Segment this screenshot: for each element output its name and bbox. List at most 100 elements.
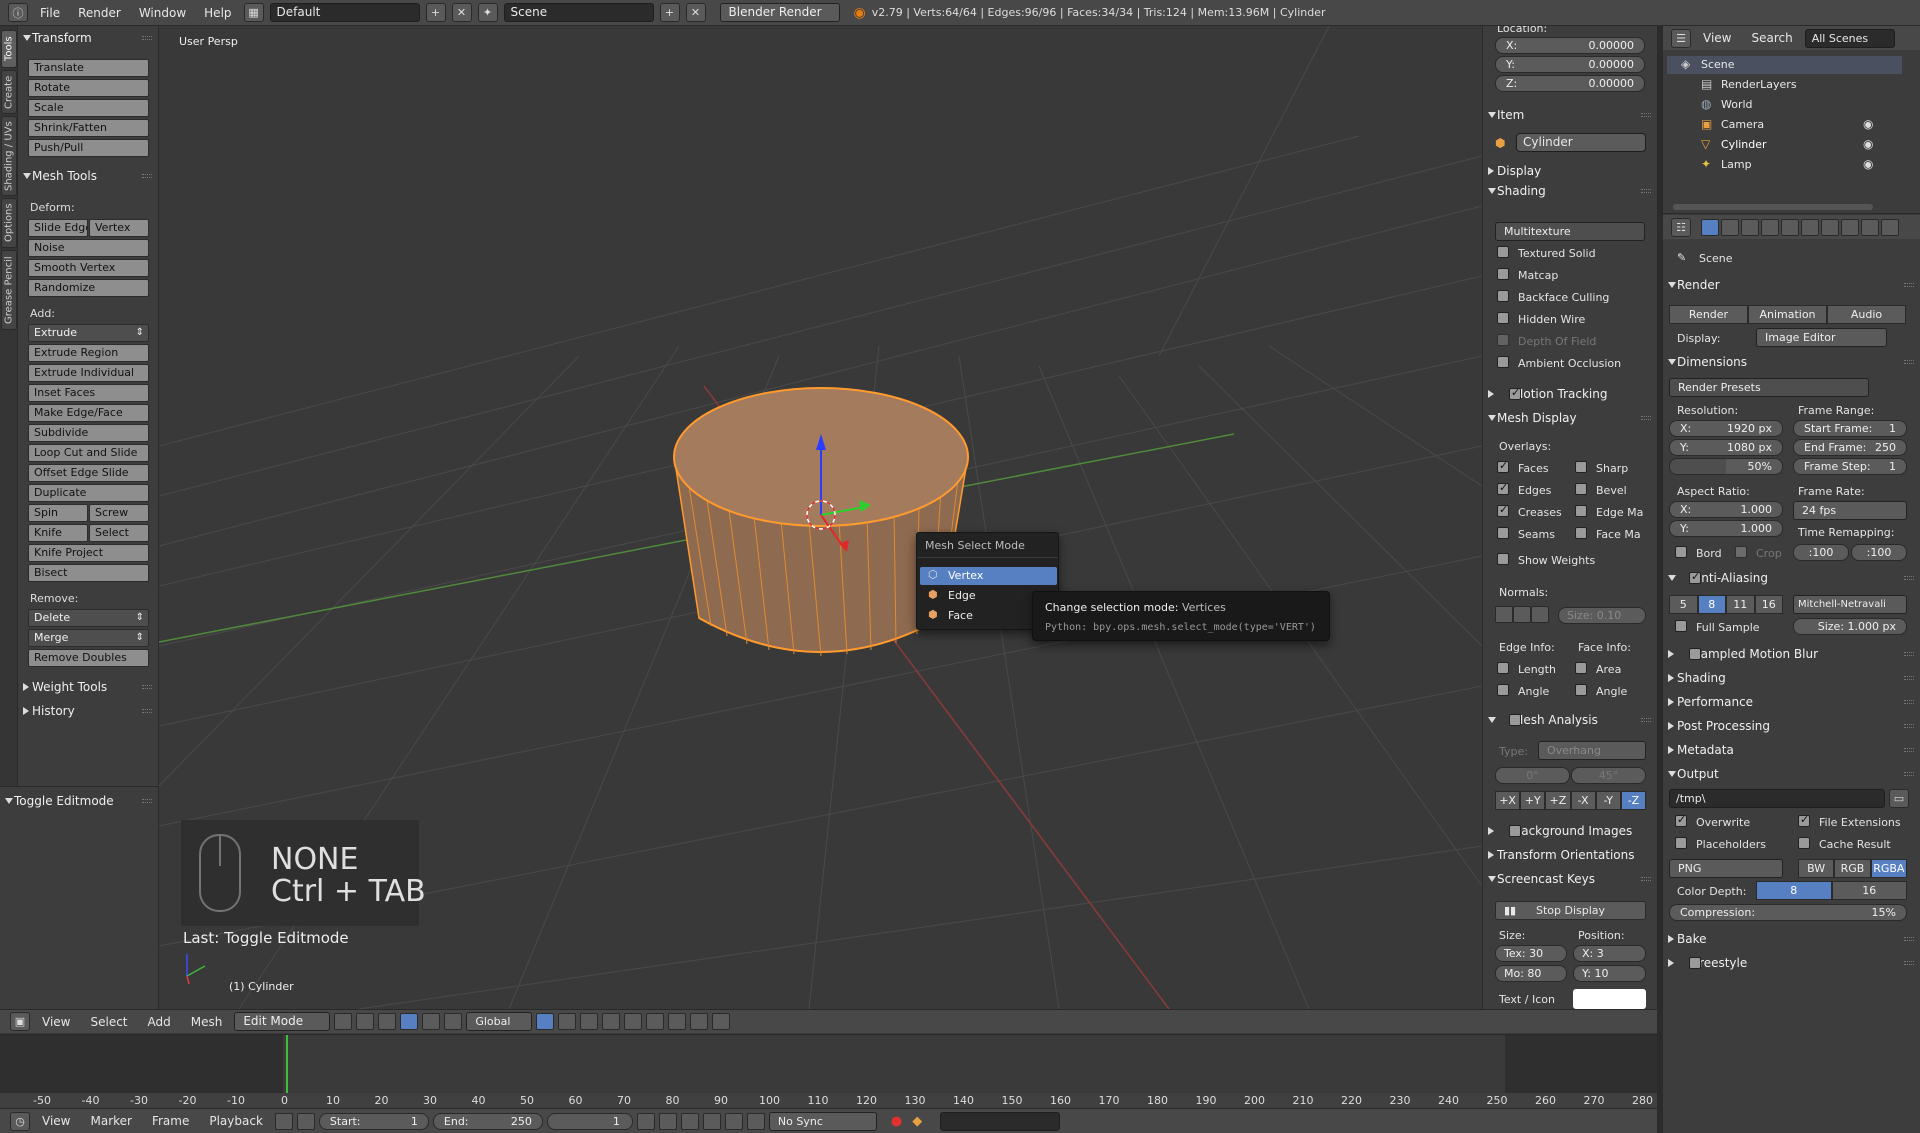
normal-size-field[interactable]: Size: 0.10 bbox=[1558, 607, 1646, 624]
resolution-x-field[interactable]: X: 1920 px bbox=[1669, 420, 1783, 437]
delete-dropdown[interactable]: Delete bbox=[28, 609, 149, 627]
tex-size-field[interactable]: Tex: 30 bbox=[1495, 945, 1567, 962]
cache-result-checkbox[interactable] bbox=[1798, 837, 1810, 849]
jump-prev-key-icon[interactable] bbox=[658, 1112, 677, 1130]
dimensions-panel-header[interactable]: Dimensions bbox=[1663, 352, 1920, 372]
item-panel-header[interactable]: Item bbox=[1483, 105, 1657, 125]
menu-item-vertex[interactable]: ⬡ Vertex bbox=[920, 567, 1057, 585]
snap-toggle-icon[interactable] bbox=[646, 1013, 665, 1030]
scale-manipulator-icon[interactable] bbox=[444, 1013, 463, 1030]
post-processing-panel-header[interactable]: Post Processing bbox=[1663, 716, 1920, 736]
render-engine-dropdown[interactable]: Blender Render bbox=[719, 3, 840, 22]
current-frame-indicator[interactable] bbox=[286, 1035, 288, 1093]
full-sample-checkbox[interactable] bbox=[1675, 620, 1687, 632]
overwrite-checkbox[interactable] bbox=[1675, 813, 1687, 827]
duplicate-button[interactable]: Duplicate bbox=[28, 484, 149, 502]
preview-range-icon[interactable] bbox=[274, 1112, 293, 1130]
color-depth-16[interactable]: 16 bbox=[1831, 881, 1907, 900]
hidden-wire-checkbox[interactable] bbox=[1497, 312, 1509, 324]
file-browser-icon[interactable]: ▭ bbox=[1889, 789, 1909, 808]
render-tab-icon[interactable] bbox=[1701, 218, 1719, 236]
mesh-tools-panel-header[interactable]: Mesh Tools bbox=[18, 166, 158, 186]
color-mode-rgb[interactable]: RGB bbox=[1834, 859, 1871, 878]
push-pull-button[interactable]: Push/Pull bbox=[28, 139, 149, 157]
edge-angle-checkbox[interactable] bbox=[1497, 684, 1509, 696]
edge-length-checkbox[interactable] bbox=[1497, 662, 1509, 674]
rotate-manipulator-icon[interactable] bbox=[422, 1013, 441, 1030]
layout-field[interactable]: Default bbox=[269, 3, 420, 22]
location-z-field[interactable]: Z: 0.00000 bbox=[1495, 75, 1645, 92]
transform-panel-header[interactable]: Transform bbox=[18, 28, 158, 48]
editor-type-icon[interactable]: ▣ bbox=[10, 1012, 30, 1031]
knife-button[interactable]: Knife bbox=[28, 524, 88, 542]
outliner-row-lamp[interactable]: ✦ Lamp ◉ bbox=[1667, 156, 1902, 174]
motion-blur-panel-header[interactable]: Sampled Motion Blur bbox=[1663, 644, 1920, 664]
aa-samples-11[interactable]: 11 bbox=[1726, 595, 1755, 614]
tab-options[interactable]: Options bbox=[1, 198, 17, 248]
play-reverse-icon[interactable] bbox=[680, 1112, 699, 1130]
mesh-analysis-checkbox[interactable] bbox=[1509, 714, 1521, 726]
render-preview-icon[interactable] bbox=[690, 1013, 709, 1030]
tab-shading-uvs[interactable]: Shading / UVs bbox=[1, 116, 17, 196]
location-y-field[interactable]: Y: 0.00000 bbox=[1495, 56, 1645, 73]
matcap-checkbox[interactable] bbox=[1497, 268, 1509, 280]
material-tab-icon[interactable] bbox=[1861, 218, 1879, 236]
show-weights-checkbox[interactable] bbox=[1497, 553, 1509, 565]
slide-edge-button[interactable]: Slide Edge bbox=[28, 219, 88, 237]
render-panel-header[interactable]: Render bbox=[1663, 275, 1920, 295]
backface-culling-checkbox[interactable] bbox=[1497, 290, 1509, 302]
render-audio-button[interactable]: Audio bbox=[1827, 305, 1906, 324]
vertex-normals-icon[interactable] bbox=[1495, 606, 1513, 623]
remap-new-field[interactable]: :100 bbox=[1851, 544, 1907, 561]
tab-grease-pencil[interactable]: Grease Pencil bbox=[1, 250, 17, 330]
start-frame-field[interactable]: Start: 1 bbox=[318, 1112, 429, 1130]
pin-icon[interactable]: ✎ bbox=[1677, 251, 1686, 264]
seams-overlay-checkbox[interactable] bbox=[1497, 527, 1509, 539]
jump-start-icon[interactable] bbox=[636, 1112, 655, 1130]
edges-overlay-checkbox[interactable] bbox=[1497, 481, 1509, 495]
render-layers-tab-icon[interactable] bbox=[1721, 218, 1739, 236]
vp-menu-view[interactable]: View bbox=[34, 1015, 78, 1029]
add-scene-icon[interactable]: + bbox=[659, 3, 680, 22]
smooth-vertex-button[interactable]: Smooth Vertex bbox=[28, 259, 149, 277]
remove-layout-icon[interactable]: ✕ bbox=[451, 3, 472, 22]
tl-menu-playback[interactable]: Playback bbox=[201, 1114, 271, 1128]
scene-icon[interactable]: ✦ bbox=[477, 3, 498, 22]
menu-render[interactable]: Render bbox=[72, 6, 127, 20]
toggle-editmode-header[interactable]: Toggle Editmode bbox=[0, 791, 158, 811]
motion-blur-checkbox[interactable] bbox=[1689, 648, 1701, 660]
face-select-icon[interactable] bbox=[580, 1013, 599, 1030]
make-edge-face-button[interactable]: Make Edge/Face bbox=[28, 404, 149, 422]
translate-manipulator-icon[interactable] bbox=[400, 1013, 419, 1030]
add-layout-icon[interactable]: + bbox=[425, 3, 446, 22]
record-icon[interactable]: ● bbox=[891, 1114, 902, 1129]
randomize-button[interactable]: Randomize bbox=[28, 279, 149, 297]
compression-field[interactable]: Compression: 15% bbox=[1669, 904, 1907, 921]
resolution-percent-field[interactable]: 50% bbox=[1669, 458, 1783, 475]
inset-faces-button[interactable]: Inset Faces bbox=[28, 384, 149, 402]
orientation-dropdown[interactable]: Global bbox=[466, 1012, 533, 1031]
end-frame-field[interactable]: End: 250 bbox=[432, 1112, 543, 1130]
render-presets-dropdown[interactable]: Render Presets bbox=[1669, 378, 1869, 397]
outliner-row-scene[interactable]: ◈ Scene bbox=[1667, 56, 1902, 74]
jump-next-key-icon[interactable] bbox=[724, 1112, 743, 1130]
pivot-point-icon[interactable] bbox=[356, 1013, 375, 1030]
background-images-checkbox[interactable] bbox=[1509, 825, 1521, 837]
timeline-editor-icon[interactable]: ◷ bbox=[10, 1111, 30, 1131]
scale-button[interactable]: Scale bbox=[28, 99, 149, 117]
file-format-dropdown[interactable]: PNG bbox=[1669, 859, 1783, 878]
slide-vertex-button[interactable]: Vertex bbox=[89, 219, 149, 237]
shading-mode-dropdown[interactable]: Multitexture bbox=[1495, 222, 1645, 241]
file-extensions-checkbox[interactable] bbox=[1798, 813, 1810, 827]
output-path-field[interactable]: /tmp\ bbox=[1669, 789, 1885, 808]
anti-aliasing-panel-header[interactable]: Anti-Aliasing bbox=[1663, 568, 1920, 588]
face-marks-overlay-checkbox[interactable] bbox=[1575, 527, 1587, 539]
vp-menu-add[interactable]: Add bbox=[140, 1015, 179, 1029]
output-panel-header[interactable]: Output bbox=[1663, 764, 1920, 784]
lock-frame-icon[interactable] bbox=[296, 1112, 315, 1130]
screw-button[interactable]: Screw bbox=[89, 504, 149, 522]
remove-scene-icon[interactable]: ✕ bbox=[685, 3, 706, 22]
merge-dropdown[interactable]: Merge bbox=[28, 629, 149, 647]
outliner-editor-icon[interactable]: ☰ bbox=[1671, 28, 1691, 48]
lamp-visibility-icon[interactable]: ◉ bbox=[1863, 157, 1873, 171]
